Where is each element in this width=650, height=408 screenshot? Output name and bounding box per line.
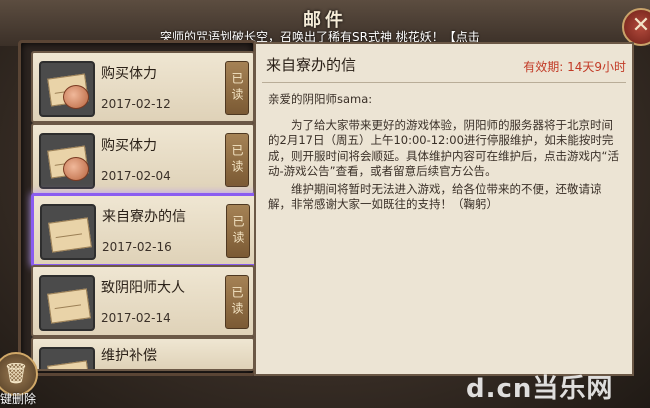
mail-item[interactable]: 购买体力 2017-02-12 已读 — [31, 51, 255, 123]
read-status-tag: 已读 — [225, 133, 249, 187]
mail-date: 2017-02-14 — [101, 311, 171, 325]
mail-date: 2017-02-12 — [101, 97, 171, 111]
mail-view-title: 来自寮办的信 — [266, 56, 357, 74]
mail-item[interactable]: 致阴阳师大人 2017-02-14 已读 — [31, 265, 255, 337]
read-status-tag: 已读 — [225, 275, 249, 329]
divider — [262, 82, 626, 83]
mail-date: 2017-02-16 — [102, 240, 172, 254]
mail-item-selected[interactable]: 来自寮办的信 2017-02-16 已读 — [31, 193, 257, 267]
read-status-tag: 已读 — [225, 61, 249, 115]
mail-item[interactable]: 维护补偿 — [31, 337, 255, 371]
validity-text: 有效期: 14天9小时 — [523, 60, 626, 74]
batch-delete-label[interactable]: 键删除 — [0, 390, 36, 407]
mail-paragraph: 维护期间将暂时无法进入游戏，给各位带来的不便，还敬请谅解，非常感谢大家一如既往的… — [268, 181, 602, 212]
envelope-with-bag-icon — [39, 133, 95, 189]
envelope-with-bag-icon — [39, 61, 95, 117]
envelope-icon — [39, 347, 95, 369]
read-status-tag: 已读 — [226, 204, 250, 258]
site-watermark: d.cn当乐网 — [466, 374, 614, 404]
mail-title: 维护补偿 — [101, 348, 157, 364]
mail-list[interactable]: 购买体力 2017-02-12 已读 购买体力 2017-02-04 已读 来自… — [18, 40, 257, 376]
envelope-icon — [39, 275, 95, 331]
mail-date: 2017-02-04 — [101, 169, 171, 183]
mail-content-panel: 来自寮办的信 有效期: 14天9小时 亲爱的阴阳师sama: 为了给大家带来更好… — [254, 42, 634, 376]
envelope-icon — [40, 204, 96, 260]
mail-body: 亲爱的阴阳师sama: 为了给大家带来更好的游戏体验，阴阳师的服务器将于北京时间… — [268, 92, 620, 215]
mail-greeting: 亲爱的阴阳师sama: — [268, 92, 373, 106]
mail-title: 来自寮办的信 — [102, 209, 186, 225]
mail-item[interactable]: 购买体力 2017-02-04 已读 — [31, 123, 255, 195]
mail-title: 购买体力 — [101, 66, 157, 82]
mail-paragraph: 为了给大家带来更好的游戏体验，阴阳师的服务器将于北京时间的2月17日（周五）上午… — [268, 117, 619, 179]
mail-title: 致阴阳师大人 — [101, 280, 185, 296]
mail-title: 购买体力 — [101, 138, 157, 154]
